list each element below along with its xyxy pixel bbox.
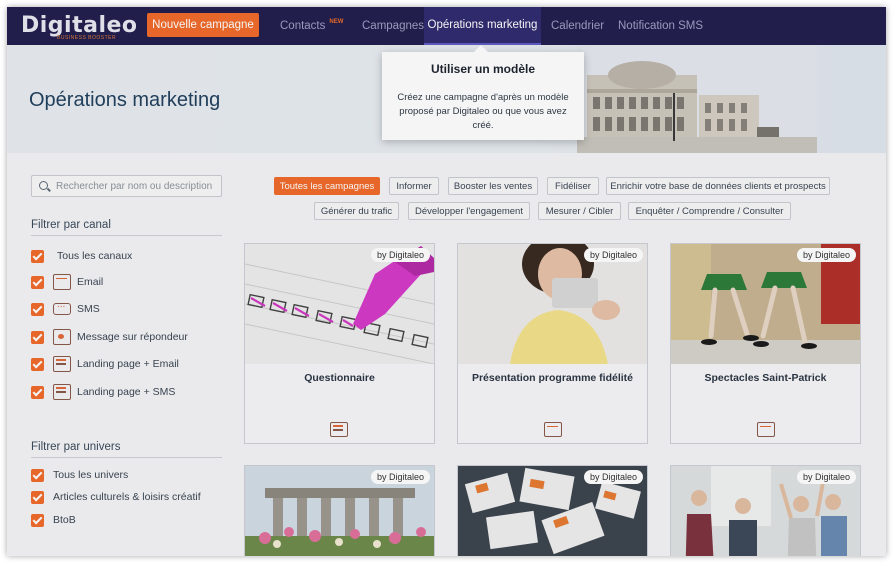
chip-mesurer-cibler[interactable]: Mesurer / Cibler — [538, 202, 621, 220]
nav-item-label: Contacts — [280, 20, 326, 32]
email-icon — [544, 422, 562, 437]
landing-email-icon — [53, 356, 71, 372]
chip-enqueter[interactable]: Enquêter / Comprendre / Consulter — [628, 202, 791, 220]
chip-enrichir-base[interactable]: Enrichir votre base de données clients e… — [606, 177, 830, 195]
channel-email-checkbox[interactable]: Email — [31, 273, 103, 291]
checkbox-label: Articles culturels & loisirs créatif — [53, 491, 201, 503]
chip-fideliser[interactable]: Fidéliser — [547, 177, 599, 195]
template-card-papers[interactable]: by Digitaleo — [457, 465, 648, 556]
email-icon — [53, 274, 71, 290]
divider — [31, 457, 222, 458]
universe-filter-title: Filtrer par univers — [31, 441, 121, 453]
checkbox-label: Tous les canaux — [57, 250, 133, 262]
checkbox-checked-icon — [31, 490, 44, 504]
card-image — [671, 244, 860, 364]
search-input[interactable] — [56, 179, 216, 194]
by-digitaleo-badge: by Digitaleo — [796, 470, 856, 484]
tooltip-title: Utiliser un modèle — [430, 62, 536, 76]
header-building-image — [577, 45, 817, 153]
logo[interactable]: Digitaleo BUSINESS BOOSTER — [21, 13, 137, 41]
chip-generer-du-trafic[interactable]: Générer du trafic — [314, 202, 399, 220]
voicemail-icon — [53, 329, 71, 345]
landing-sms-icon — [53, 384, 71, 400]
template-card-team[interactable]: by Digitaleo — [670, 465, 861, 556]
channel-sms-checkbox[interactable]: SMS — [31, 299, 100, 318]
card-title: Présentation programme fidélité — [471, 372, 634, 384]
email-icon — [757, 422, 775, 437]
checkbox-checked-icon — [31, 249, 44, 263]
universe-all-checkbox[interactable]: Tous les univers — [31, 466, 128, 484]
nav-item-campagnes[interactable]: Campagnes — [362, 7, 424, 45]
template-card-questionnaire[interactable]: by Digitaleo Questionnaire — [244, 243, 435, 444]
new-campaign-button[interactable]: Nouvelle campagne — [147, 13, 259, 37]
template-tooltip: Utiliser un modèle Créez une campagne d'… — [382, 45, 584, 140]
checkbox-checked-icon — [31, 357, 44, 371]
checkbox-label: Landing page + SMS — [77, 386, 176, 398]
by-digitaleo-badge: by Digitaleo — [583, 248, 643, 262]
template-card-berlin[interactable]: by Digitaleo — [244, 465, 435, 556]
sms-icon — [53, 299, 71, 315]
chip-informer[interactable]: Informer — [389, 177, 439, 195]
search-box — [31, 175, 222, 197]
channel-landing-sms-checkbox[interactable]: Landing page + SMS — [31, 383, 175, 401]
checkbox-checked-icon — [31, 385, 44, 399]
app-window: Digitaleo BUSINESS BOOSTER Nouvelle camp… — [7, 7, 886, 556]
channel-filter-title: Filtrer par canal — [31, 219, 111, 231]
chip-toutes-les-campagnes[interactable]: Toutes les campagnes — [274, 177, 380, 195]
channel-all-checkbox[interactable]: Tous les canaux — [31, 247, 132, 265]
nav-item-label: Campagnes — [362, 20, 425, 32]
card-title: Questionnaire — [304, 372, 375, 384]
nav-item-notification-sms[interactable]: Notification SMS — [618, 7, 703, 45]
top-nav: Digitaleo BUSINESS BOOSTER Nouvelle camp… — [7, 7, 886, 45]
checkbox-checked-icon — [31, 302, 44, 316]
by-digitaleo-badge: by Digitaleo — [796, 248, 856, 262]
new-badge: NEW — [329, 19, 344, 25]
checkbox-checked-icon — [31, 275, 44, 289]
checkbox-checked-icon — [31, 330, 44, 344]
nav-item-calendrier[interactable]: Calendrier — [551, 7, 604, 45]
nav-item-contacts[interactable]: Contacts NEW — [280, 7, 343, 45]
checkbox-label: SMS — [77, 303, 100, 315]
checkbox-checked-icon — [31, 468, 44, 482]
checkbox-label: Email — [77, 276, 104, 288]
by-digitaleo-badge: by Digitaleo — [370, 248, 430, 262]
checkbox-label: BtoB — [53, 514, 76, 526]
card-title: Spectacles Saint-Patrick — [704, 372, 827, 384]
nav-item-label: Calendrier — [551, 20, 605, 32]
by-digitaleo-badge: by Digitaleo — [370, 470, 430, 484]
template-card-programme-fidelite[interactable]: by Digitaleo Présentation programme fidé… — [457, 243, 648, 444]
checkbox-label: Tous les univers — [53, 469, 129, 481]
page-title: Opérations marketing — [29, 89, 221, 111]
universe-btob-checkbox[interactable]: BtoB — [31, 511, 76, 529]
by-digitaleo-badge: by Digitaleo — [583, 470, 643, 484]
checkbox-checked-icon — [31, 513, 44, 527]
card-image — [245, 244, 434, 364]
nav-item-operations-marketing[interactable]: Opérations marketing — [424, 7, 541, 45]
divider — [31, 235, 222, 236]
nav-item-label: Notification SMS — [618, 20, 704, 32]
universe-culture-checkbox[interactable]: Articles culturels & loisirs créatif — [31, 488, 201, 506]
checkbox-label: Message sur répondeur — [77, 331, 188, 343]
tooltip-text: Créez une campagne d'après un modèle pro… — [397, 92, 569, 131]
template-card-saint-patrick[interactable]: by Digitaleo Spectacles Saint-Patrick — [670, 243, 861, 444]
chip-booster-les-ventes[interactable]: Booster les ventes — [448, 177, 538, 195]
channel-landing-email-checkbox[interactable]: Landing page + Email — [31, 355, 179, 373]
card-image — [458, 244, 647, 364]
channel-voicemail-checkbox[interactable]: Message sur répondeur — [31, 328, 188, 346]
logo-tagline: BUSINESS BOOSTER — [57, 35, 117, 41]
nav-item-label: Opérations marketing — [427, 19, 538, 31]
checkbox-label: Landing page + Email — [77, 358, 179, 370]
chip-developper-engagement[interactable]: Développer l'engagement — [408, 202, 530, 220]
landing-email-icon — [330, 422, 348, 437]
search-icon — [39, 181, 48, 190]
